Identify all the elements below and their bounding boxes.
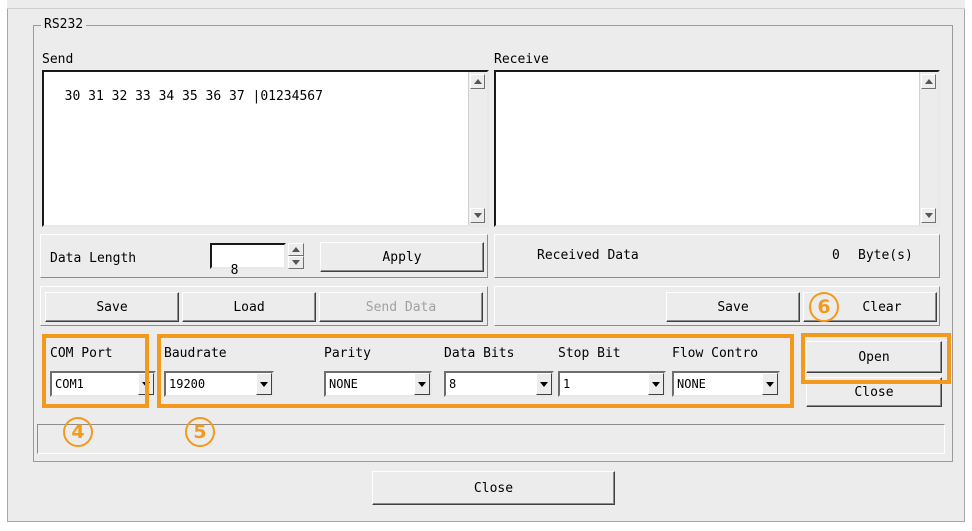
send-scroll-up-button[interactable]: [470, 74, 485, 89]
scroll-down-icon: [924, 213, 933, 218]
receive-textarea[interactable]: [494, 70, 940, 227]
data-length-spinner[interactable]: [288, 243, 304, 269]
receive-scroll-down-button[interactable]: [921, 208, 936, 223]
status-bar: [37, 424, 945, 454]
spin-down-button[interactable]: [288, 256, 304, 269]
apply-button[interactable]: Apply: [320, 242, 484, 272]
annotation-marker-4: 4: [63, 417, 93, 447]
send-save-button[interactable]: Save: [45, 292, 179, 322]
received-byte-unit: Byte(s): [858, 248, 913, 263]
receive-save-button[interactable]: Save: [666, 292, 800, 322]
annotation-marker-5: 5: [185, 417, 215, 447]
received-data-label: Received Data: [537, 248, 639, 263]
send-label: Send: [42, 52, 74, 67]
rs232-group-title: RS232: [41, 17, 87, 32]
send-textarea[interactable]: 30 31 32 33 34 35 36 37 |01234567: [42, 70, 489, 227]
data-length-input[interactable]: 8: [210, 243, 286, 278]
send-scrollbar[interactable]: [468, 72, 487, 225]
receive-label: Receive: [494, 52, 549, 67]
send-content: 30 31 32 33 34 35 36 37 |01234567: [64, 89, 323, 104]
load-button[interactable]: Load: [182, 292, 316, 322]
spin-up-icon: [292, 247, 300, 252]
highlight-serial-settings: [157, 334, 794, 408]
send-data-button[interactable]: Send Data: [319, 292, 483, 322]
scroll-up-icon: [924, 79, 933, 84]
data-length-value: 8: [230, 263, 239, 278]
spin-down-icon: [292, 260, 300, 265]
received-byte-count: 0: [832, 248, 840, 263]
data-length-label: Data Length: [50, 251, 137, 266]
highlight-com-port: [42, 334, 149, 408]
send-scroll-down-button[interactable]: [470, 208, 485, 223]
scroll-down-icon: [473, 213, 482, 218]
highlight-open-button: [801, 333, 951, 384]
annotation-marker-6: 6: [809, 292, 839, 322]
spin-up-button[interactable]: [288, 243, 304, 256]
scroll-up-icon: [473, 79, 482, 84]
dialog-close-button[interactable]: Close: [372, 471, 615, 505]
receive-scrollbar[interactable]: [919, 72, 938, 225]
receive-scroll-up-button[interactable]: [921, 74, 936, 89]
dialog-top-edge: [7, 0, 965, 9]
